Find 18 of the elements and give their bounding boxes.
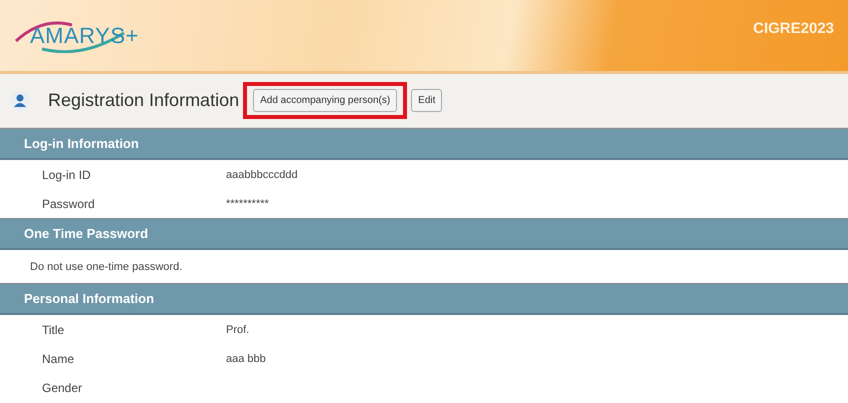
field-label: Name <box>41 352 76 366</box>
section-header: Personal Information <box>0 283 848 315</box>
section-header: One Time Password <box>0 218 848 250</box>
field-label: Log-in ID <box>41 168 92 182</box>
event-name: CIGRE2023 <box>753 20 834 37</box>
person-icon <box>10 90 30 110</box>
field-value: ********** <box>226 198 269 210</box>
field-value: aaa bbb <box>226 352 266 364</box>
page-title: Registration Information <box>48 90 240 111</box>
field-value: Prof. <box>226 324 250 336</box>
field-label: Title <box>41 322 66 336</box>
action-button[interactable]: Edit <box>411 89 442 112</box>
action-button[interactable]: Add accompanying person(s) <box>253 89 398 112</box>
section-header: Log-in Information <box>0 128 848 160</box>
field-label: Gender <box>41 380 84 394</box>
field-label: Password <box>41 196 96 210</box>
note-text: Do not use one-time password. <box>29 260 182 272</box>
field-value: aaabbbcccddd <box>226 168 298 180</box>
